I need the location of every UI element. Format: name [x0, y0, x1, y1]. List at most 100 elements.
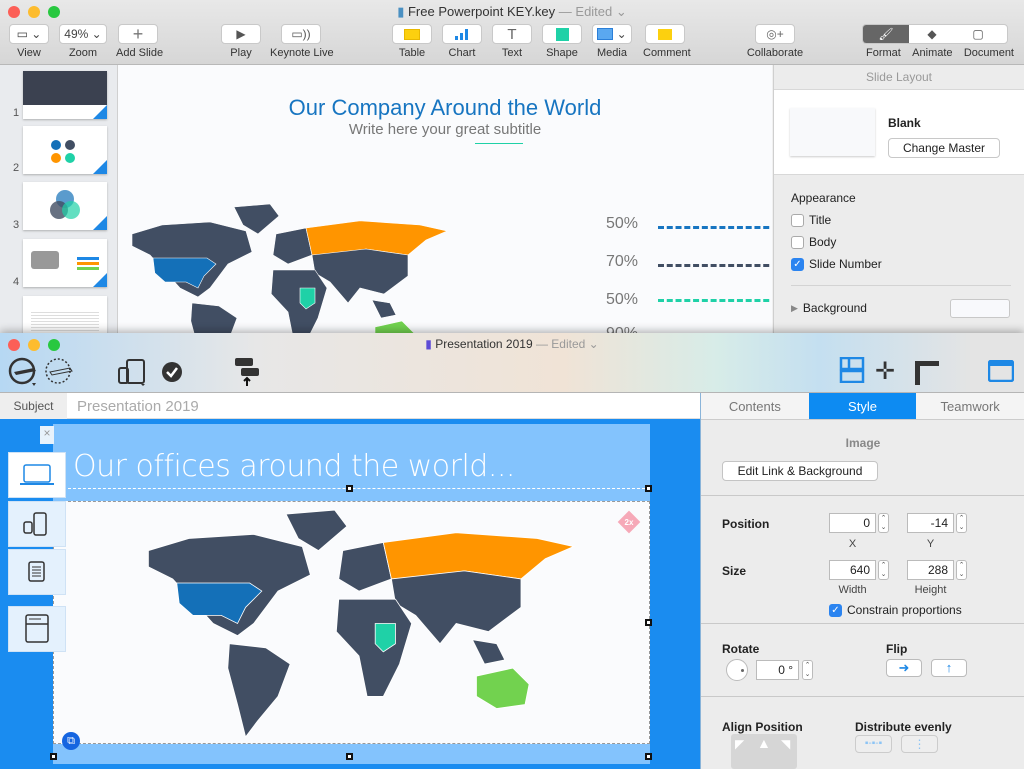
align-top-icon[interactable]: ▲ [757, 735, 771, 751]
map-region-asia [390, 570, 522, 645]
world-map[interactable] [74, 502, 644, 745]
browser-window-icon [25, 614, 49, 643]
resize-handle[interactable] [645, 619, 652, 626]
stepper[interactable]: ⌃ ⌄ [878, 560, 889, 580]
rotate-field[interactable]: 0 ° [756, 660, 799, 680]
layout-thumbnail[interactable] [790, 108, 875, 156]
slide-subtitle[interactable]: Write here your great subtitle [118, 121, 772, 138]
background-disclosure[interactable]: ▶ Background [791, 301, 867, 315]
subject-input[interactable] [70, 393, 690, 419]
view-button[interactable]: ▭ ⌄ View [9, 24, 49, 59]
map-image[interactable]: 2x ⧉ [53, 501, 650, 750]
device-document-button[interactable] [8, 549, 66, 595]
media-button[interactable]: ⌄ Media [591, 24, 633, 59]
flip-vertical-button[interactable]: ↑ [931, 659, 967, 677]
stepper[interactable]: ⌃ ⌄ [802, 660, 813, 680]
publish-icon[interactable] [8, 357, 40, 387]
device-email-button[interactable] [8, 606, 66, 652]
move-icon[interactable]: ✛ [875, 357, 895, 386]
section-pane[interactable]: × Our offices around the world... 2x ⧉ [40, 424, 652, 764]
slide-canvas[interactable]: Our Company Around the World Write here … [118, 65, 772, 340]
shape-button[interactable]: Shape [541, 24, 583, 59]
world-map[interactable] [118, 198, 488, 340]
flip-horizontal-button[interactable]: ➜ [886, 659, 922, 677]
text-button[interactable]: T Text [491, 24, 533, 59]
device-desktop-button[interactable] [8, 452, 66, 498]
align-top-right-icon[interactable]: ◥ [781, 737, 790, 751]
tab-teamwork[interactable]: Teamwork [916, 393, 1024, 419]
pane-title[interactable]: Our offices around the world... [73, 449, 515, 484]
distribute-horizontal-button[interactable]: ▪-▪-▪ [855, 735, 892, 753]
slide-thumbnail[interactable] [23, 126, 107, 174]
flip-label: Flip [886, 642, 908, 656]
paintbrush-icon: 🖌 [878, 27, 894, 41]
constrain-proportions-checkbox[interactable]: ✓ Constrain proportions [829, 603, 962, 617]
checkbox[interactable] [791, 213, 804, 227]
disclosure-triangle-icon: ▶ [791, 302, 798, 313]
zoom-button[interactable]: 49% ⌄ Zoom [59, 24, 107, 59]
align-position-grid[interactable]: ◤ ▲ ◥ [731, 734, 797, 769]
check-icon[interactable] [161, 361, 183, 383]
media-icon: ⌄ [592, 24, 632, 44]
keynote-live-icon: ▭)) [281, 24, 321, 44]
slide-thumbnail[interactable] [23, 182, 107, 230]
add-slide-button[interactable]: + Add Slide [116, 24, 163, 60]
preview-publish-icon[interactable] [44, 357, 76, 387]
review-changes-icon[interactable] [235, 357, 259, 387]
layout-icon[interactable] [839, 357, 865, 383]
sidebar-toggle-icon[interactable] [988, 360, 1014, 382]
height-field[interactable]: 288 [907, 560, 954, 580]
window-title: ▮ Free Powerpoint KEY.key — Edited ⌄ [397, 4, 627, 19]
distribute-vertical-button[interactable]: ⋮ [901, 735, 938, 753]
device-mobile-button[interactable] [8, 501, 66, 547]
width-field[interactable]: 640 [829, 560, 876, 580]
editor-canvas[interactable]: × Our offices around the world... 2x ⧉ [0, 419, 700, 769]
collaborate-icon: ◎+ [755, 24, 795, 44]
collaborate-button[interactable]: ◎+ Collaborate [745, 24, 805, 59]
edit-link-background-button[interactable]: Edit Link & Background [722, 461, 878, 481]
slide-number-checkbox[interactable]: ✓ Slide Number [791, 257, 882, 271]
title-checkbox[interactable]: Title [791, 213, 831, 227]
align-position-label: Align Position [722, 720, 803, 734]
close-icon[interactable]: × [40, 426, 54, 444]
slide-thumbnail[interactable] [23, 239, 107, 287]
editor-toolbar: ▮ Presentation 2019 — Edited ⌄ ✛ [0, 333, 1024, 393]
position-y-field[interactable]: -14 [907, 513, 954, 533]
resize-handle[interactable] [645, 485, 652, 492]
body-checkbox[interactable]: Body [791, 235, 836, 249]
resize-handle[interactable] [645, 753, 652, 760]
change-master-button[interactable]: Change Master [888, 138, 1000, 158]
chart-button[interactable]: Chart [441, 24, 483, 59]
checkmark-icon[interactable]: ✓ [829, 603, 842, 617]
resize-handle[interactable] [346, 753, 353, 760]
stepper[interactable]: ⌃ ⌄ [878, 513, 889, 533]
animate-button[interactable]: ◆ [909, 25, 955, 43]
rotate-dial[interactable] [726, 659, 748, 681]
checkbox[interactable] [791, 235, 804, 249]
table-button[interactable]: Table [391, 24, 433, 59]
resize-handle[interactable] [346, 485, 353, 492]
sidebar-icon: ▭ ⌄ [9, 24, 49, 44]
comment-button[interactable]: Comment [643, 24, 691, 59]
format-button[interactable]: 🖌 [863, 25, 909, 43]
position-x-field[interactable]: 0 [829, 513, 876, 533]
crop-icon[interactable]: ⧉ [62, 732, 80, 750]
devices-icon[interactable] [118, 358, 148, 386]
background-color-well[interactable] [950, 299, 1010, 318]
slide-title[interactable]: Our Company Around the World [118, 95, 772, 121]
resize-handle[interactable] [50, 753, 57, 760]
document-button[interactable]: ▢ [955, 25, 1001, 43]
ruler-icon[interactable] [913, 359, 939, 385]
map-region-australia [476, 667, 530, 709]
keynote-live-button[interactable]: ▭)) Keynote Live [270, 24, 334, 59]
checkmark-icon[interactable]: ✓ [791, 257, 804, 271]
tab-contents[interactable]: Contents [701, 393, 809, 419]
stepper[interactable]: ⌃ ⌄ [956, 513, 967, 533]
stepper[interactable]: ⌃ ⌄ [956, 560, 967, 580]
slide-thumbnail[interactable] [23, 71, 107, 119]
align-top-left-icon[interactable]: ◤ [735, 737, 744, 751]
tab-style[interactable]: Style [808, 393, 917, 419]
stat-dash-line [658, 299, 772, 302]
play-button[interactable]: ▶ Play [220, 24, 262, 59]
map-region-europe [338, 542, 392, 592]
